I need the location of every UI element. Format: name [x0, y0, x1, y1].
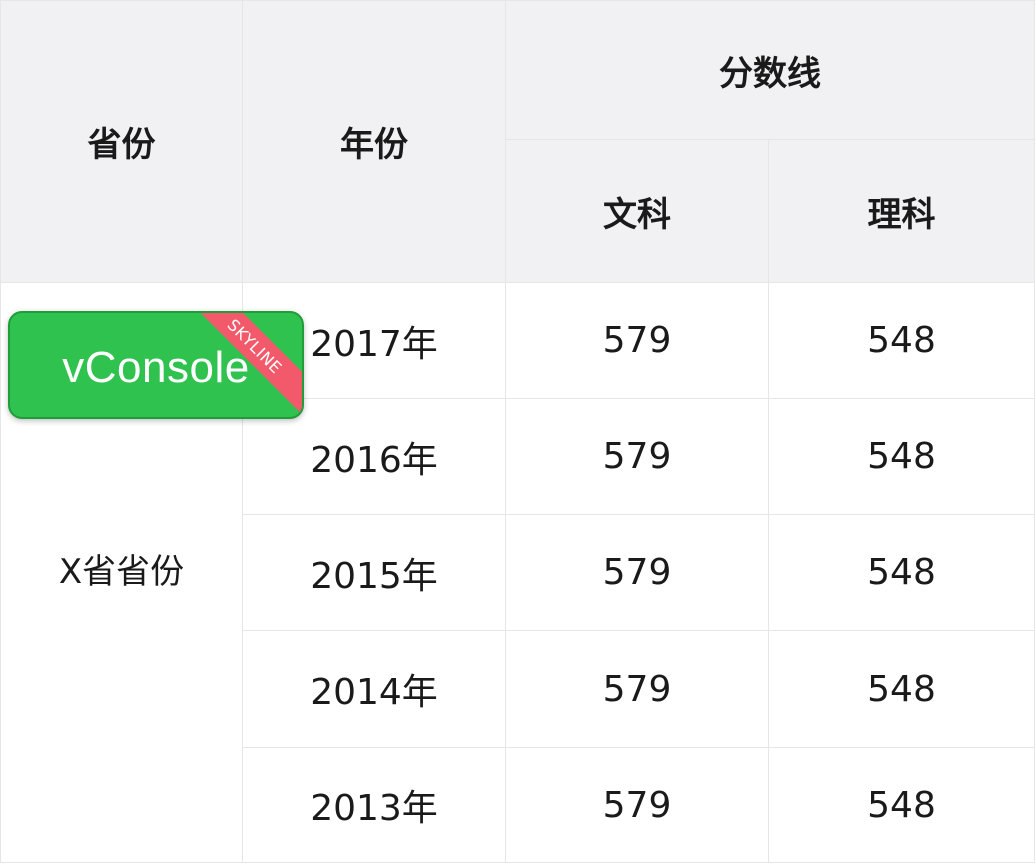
science-score-cell: 548: [768, 630, 1035, 748]
header-row-top: 省份 年份 分数线: [0, 0, 1035, 283]
header-year: 年份: [242, 0, 506, 283]
year-cell: 2014年: [242, 630, 506, 748]
year-cell: 2015年: [242, 514, 506, 631]
header-science: 理科: [768, 139, 1035, 283]
arts-score-cell: 579: [505, 398, 769, 515]
header-province: 省份: [0, 0, 243, 283]
vconsole-button[interactable]: vConsole SKYLINE: [8, 311, 304, 419]
science-score-cell: 548: [768, 514, 1035, 631]
vconsole-label: vConsole: [62, 343, 250, 392]
arts-score-cell: 579: [505, 747, 769, 863]
science-score-cell: 548: [768, 282, 1035, 399]
science-score-cell: 548: [768, 747, 1035, 863]
header-arts: 文科: [505, 139, 769, 283]
year-cell: 2013年: [242, 747, 506, 863]
arts-score-cell: 579: [505, 514, 769, 631]
science-score-cell: 548: [768, 398, 1035, 515]
arts-score-cell: 579: [505, 282, 769, 399]
header-score-line: 分数线: [505, 0, 1035, 140]
arts-score-cell: 579: [505, 630, 769, 748]
score-table: 省份 年份 分数线 文科 理科 X省省份 2017年 579 548 2016年…: [0, 0, 1035, 863]
page: 省份 年份 分数线 文科 理科 X省省份 2017年 579 548 2016年…: [0, 0, 1036, 864]
